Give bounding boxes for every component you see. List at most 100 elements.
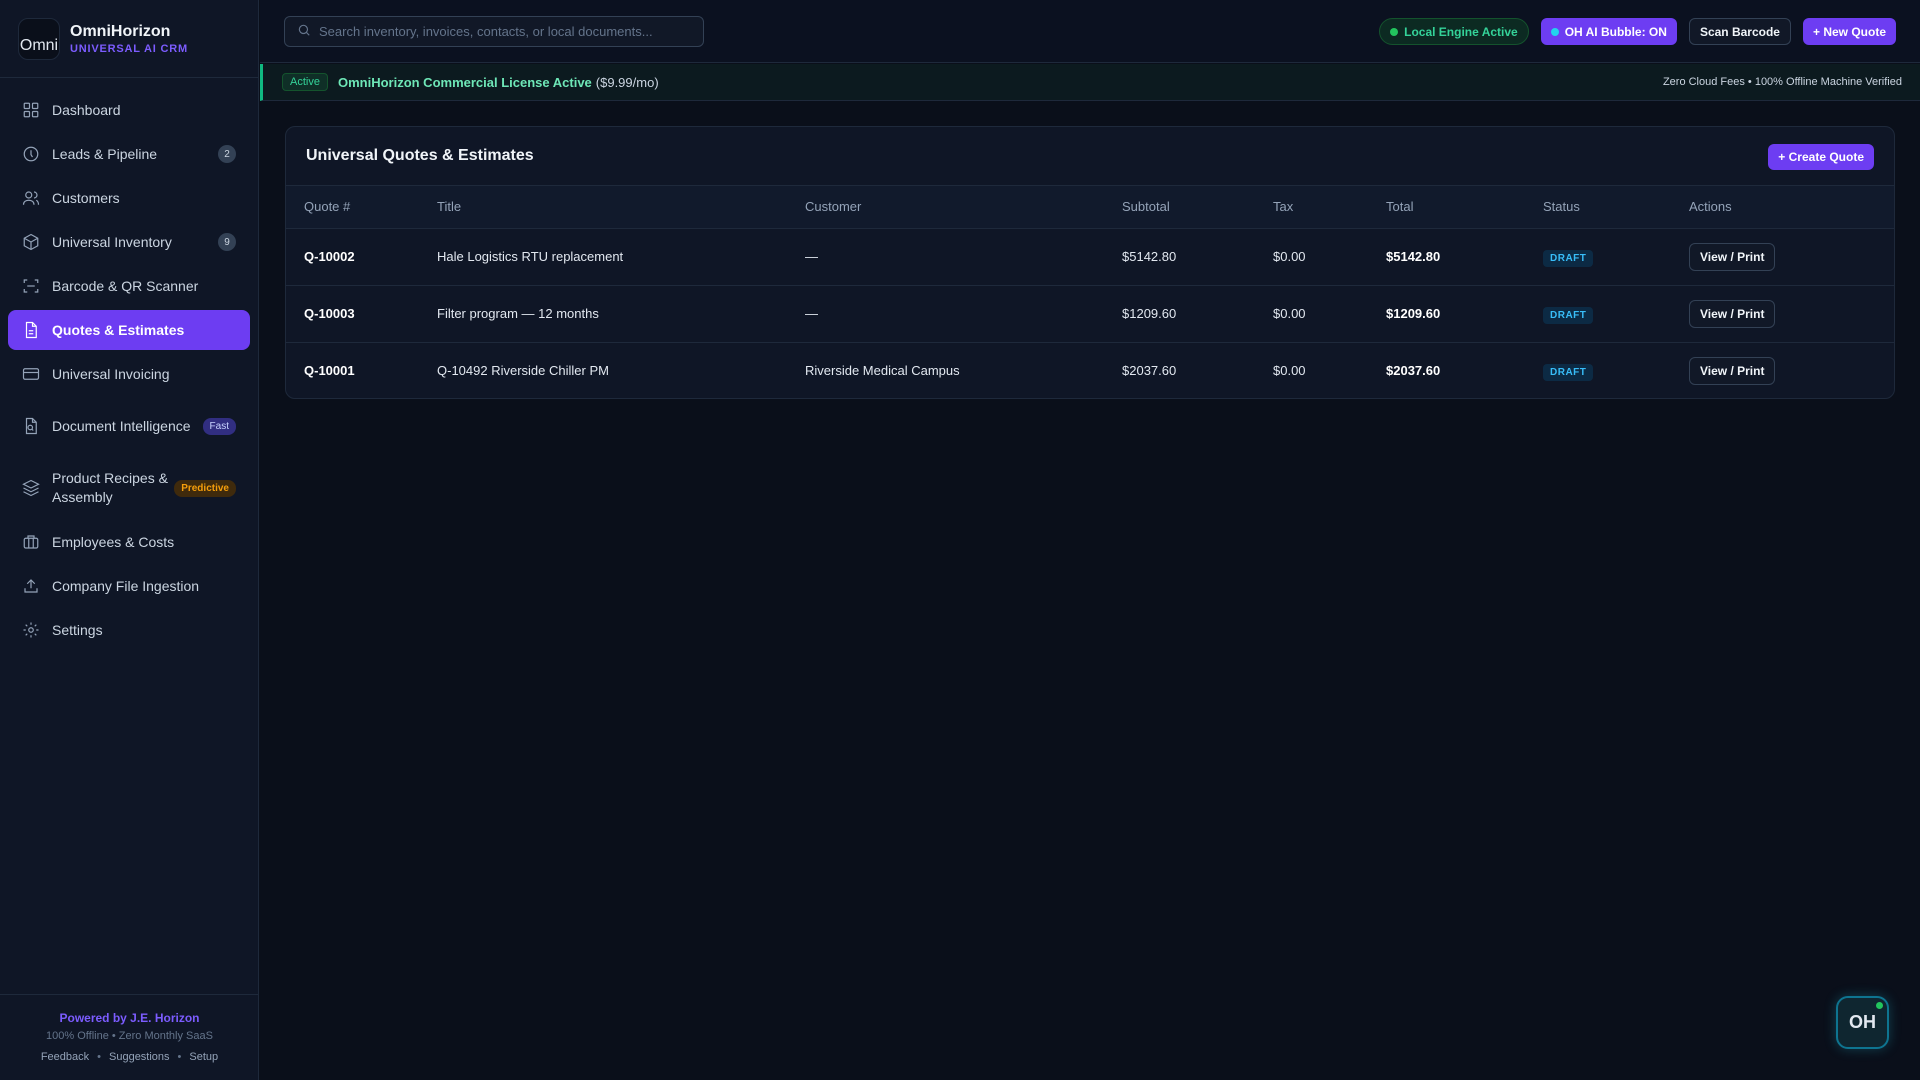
quote-customer: — [805, 285, 1122, 343]
sidebar-item-settings[interactable]: Settings [8, 610, 250, 650]
sidebar-item-dashboard[interactable]: Dashboard [8, 90, 250, 130]
quote-title: Q-10492 Riverside Chiller PM [437, 363, 609, 379]
sidebar-item-quotes[interactable]: Quotes & Estimates [8, 310, 250, 350]
status-badge: DRAFT [1543, 307, 1594, 324]
actions-cell: View / Print [1689, 285, 1894, 343]
view-print-button[interactable]: View / Print [1689, 299, 1776, 328]
quote-number: Q-10002 [286, 228, 437, 286]
quote-title: Filter program — 12 months [437, 285, 805, 343]
brand-logo[interactable]: Omni [18, 17, 60, 60]
status-badge: DRAFT [1543, 364, 1594, 382]
sidebar-item-label: Universal Invoicing [52, 365, 170, 382]
online-dot-icon [1876, 1002, 1883, 1009]
feedback-link[interactable]: Feedback [41, 1051, 89, 1063]
actions-cell: View / Print [1689, 342, 1894, 398]
view-print-button[interactable]: View / Print [1689, 356, 1776, 385]
card-icon [22, 365, 40, 383]
license-title: OmniHorizon Commercial License Active [337, 74, 592, 90]
setup-link[interactable]: Setup [189, 1051, 218, 1063]
search-input[interactable] [319, 24, 699, 39]
sidebar-item-invoicing[interactable]: Universal Invoicing [8, 354, 250, 394]
document-icon [22, 321, 40, 339]
column-header-total[interactable]: Total [1386, 186, 1543, 229]
powered-by: Powered by J.E. Horizon [59, 1011, 200, 1025]
engine-status-badge: Local Engine Active [1379, 18, 1529, 45]
column-header-actions: Actions [1689, 186, 1894, 229]
users-icon [22, 189, 40, 207]
table-row[interactable]: Q-10002 Hale Logistics RTU replacement —… [286, 228, 1894, 286]
scan-icon [22, 277, 40, 295]
license-price: ($9.99/mo) [595, 74, 659, 90]
sidebar-item-barcode-scanner[interactable]: Barcode & QR Scanner [8, 266, 250, 306]
inventory-count-badge: 9 [218, 233, 236, 251]
column-header-status[interactable]: Status [1543, 186, 1689, 229]
sidebar-item-label: Product Recipes & Assembly [52, 470, 168, 505]
create-quote-button[interactable]: + Create Quote [1768, 144, 1874, 170]
sidebar-item-label: Customers [52, 189, 120, 206]
quotes-table: Quote # Title Customer Subtotal Tax Tota… [286, 186, 1894, 398]
quote-total: $5142.80 [1386, 228, 1543, 286]
column-header-customer[interactable]: Customer [805, 186, 1122, 229]
quote-tax: $0.00 [1273, 363, 1306, 379]
footer-links: Feedback • Suggestions • Setup [0, 1051, 259, 1063]
top-actions: Local Engine Active OH AI Bubble: ON Sca… [1379, 18, 1896, 45]
brand-text: OmniHorizon UNIVERSAL AI CRM [70, 23, 188, 55]
quote-number: Q-10001 [304, 363, 355, 379]
column-header-tax[interactable]: Tax [1273, 186, 1386, 229]
license-banner: Active OmniHorizon Commercial License Ac… [260, 64, 1920, 101]
quote-customer: Riverside Medical Campus [805, 363, 960, 379]
status-cell: DRAFT [1543, 342, 1689, 398]
scan-barcode-button[interactable]: Scan Barcode [1688, 18, 1791, 45]
page-title: Universal Quotes & Estimates [306, 147, 534, 164]
leads-count-badge: 2 [218, 145, 236, 163]
brand-subtitle: UNIVERSAL AI CRM [70, 42, 188, 55]
brand-name: OmniHorizon [70, 22, 171, 40]
license-verification-text: Zero Cloud Fees • 100% Offline Machine V… [1662, 76, 1902, 88]
sidebar-item-document-intelligence[interactable]: Document Intelligence Fast [8, 398, 250, 454]
status-badge: DRAFT [1543, 250, 1594, 267]
table-row[interactable]: Q-10001 Q-10492 Riverside Chiller PM Riv… [286, 342, 1894, 398]
sidebar-item-label: Employees & Costs [52, 533, 175, 550]
quote-tax: $0.00 [1273, 285, 1386, 343]
sidebar-item-label: Company File Ingestion [52, 577, 200, 594]
suggestions-link[interactable]: Suggestions [109, 1051, 170, 1063]
table-row[interactable]: Q-10003 Filter program — 12 months — $12… [286, 285, 1894, 343]
brand-header: Omni OmniHorizon UNIVERSAL AI CRM [0, 0, 258, 78]
search-icon [297, 23, 311, 40]
sidebar-item-employees[interactable]: Employees & Costs [8, 522, 250, 562]
sidebar-item-label: Barcode & QR Scanner [52, 277, 199, 294]
sidebar-item-inventory[interactable]: Universal Inventory 9 [8, 222, 250, 262]
quote-total: $1209.60 [1386, 285, 1543, 343]
sidebar-item-label: Quotes & Estimates [52, 321, 185, 338]
sidebar-item-product-recipes[interactable]: Product Recipes & Assembly Predictive [8, 460, 250, 516]
sidebar-item-label: Document Intelligence [52, 417, 191, 434]
sidebar-nav: Dashboard Leads & Pipeline 2 Customers U… [0, 78, 258, 650]
column-header-subtotal[interactable]: Subtotal [1122, 186, 1273, 229]
column-header-quote[interactable]: Quote # [286, 186, 437, 229]
ai-bubble-text: OH [1849, 1012, 1876, 1032]
sidebar: Omni OmniHorizon UNIVERSAL AI CRM Dashbo… [0, 0, 259, 1080]
sidebar-item-customers[interactable]: Customers [8, 178, 250, 218]
table-header-row: Quote # Title Customer Subtotal Tax Tota… [286, 186, 1894, 229]
sidebar-item-file-ingestion[interactable]: Company File Ingestion [8, 566, 250, 606]
box-icon [22, 233, 40, 251]
license-active-tag: Active [282, 73, 328, 91]
actions-cell: View / Print [1689, 228, 1894, 286]
view-print-button[interactable]: View / Print [1689, 242, 1776, 271]
quote-title: Hale Logistics RTU replacement [437, 228, 805, 286]
gear-icon [22, 621, 40, 639]
ai-bubble-toggle[interactable]: OH AI Bubble: ON [1540, 18, 1677, 45]
quote-tax: $0.00 [1273, 228, 1386, 286]
status-cell: DRAFT [1543, 285, 1689, 343]
sidebar-footer: Powered by J.E. Horizon 100% Offline • Z… [0, 994, 259, 1080]
engine-status-label: Local Engine Active [1404, 24, 1518, 39]
sidebar-item-leads[interactable]: Leads & Pipeline 2 [8, 134, 250, 174]
column-header-title[interactable]: Title [437, 186, 805, 229]
quote-total: $2037.60 [1386, 363, 1441, 379]
new-quote-button[interactable]: + New Quote [1802, 18, 1896, 45]
quote-customer: — [805, 228, 1122, 286]
ai-assistant-bubble[interactable]: OH [1836, 996, 1889, 1049]
upload-icon [22, 577, 40, 595]
status-dot-icon [1550, 27, 1559, 36]
grid-icon [22, 101, 40, 119]
